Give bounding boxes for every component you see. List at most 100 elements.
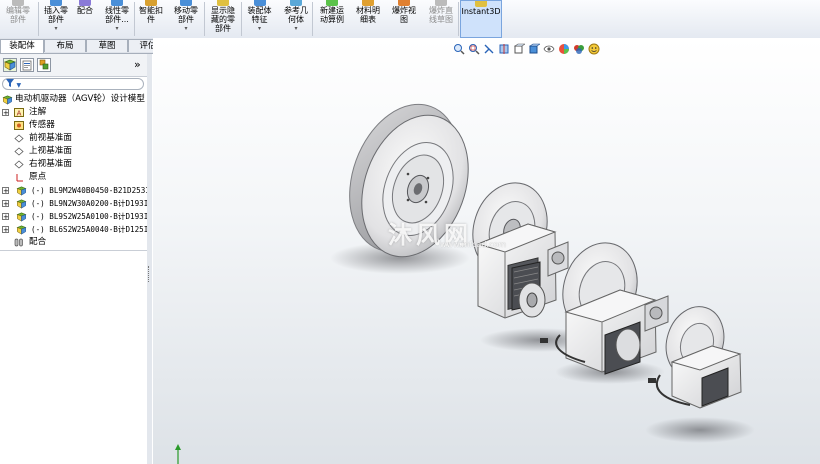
- property-manager-tab-icon[interactable]: [20, 58, 34, 72]
- expand-toggle[interactable]: +: [2, 187, 9, 195]
- ribbon-button-label: 装配体 特征: [247, 6, 272, 24]
- tree-item[interactable]: + A 注解: [0, 106, 147, 119]
- tab-2[interactable]: 草图: [86, 39, 128, 52]
- expand-toggle[interactable]: +: [2, 226, 9, 234]
- ribbon-button-label: 爆炸视 图: [392, 6, 416, 24]
- annotation-icon: A: [14, 108, 24, 118]
- configuration-manager-tab-icon[interactable]: [37, 58, 51, 72]
- coordinate-triad: [175, 444, 181, 464]
- panel-splitter[interactable]: [147, 54, 152, 464]
- expand-toggle[interactable]: +: [2, 200, 9, 208]
- section-view-icon[interactable]: [498, 43, 510, 55]
- tab-0[interactable]: 装配体: [0, 39, 44, 53]
- ribbon-button-7[interactable]: 装配体 特征 ▾: [243, 0, 276, 38]
- filter-dropdown-arrow[interactable]: ▼: [17, 82, 22, 89]
- filter-box[interactable]: ▼: [2, 78, 144, 90]
- tree-item-label: (-) BL6S2W25A0040-B计D125I: [31, 225, 149, 234]
- heads-up-view-toolbar: [453, 41, 600, 57]
- tree-item-label: 传感器: [29, 120, 55, 130]
- edit-appearance-icon[interactable]: [558, 43, 570, 55]
- tree-item[interactable]: 前视基准面: [0, 132, 147, 145]
- ribbon-separator: [458, 2, 459, 36]
- ribbon-button-0[interactable]: 编辑零 部件: [0, 0, 36, 38]
- tree-item[interactable]: + (-) BL9S2W25A0100-B计D193I: [0, 210, 149, 223]
- ribbon-button-1[interactable]: 插入零 部件 ▾: [40, 0, 72, 38]
- subassembly-icon: [16, 199, 27, 209]
- panel-expand-button[interactable]: »: [134, 58, 141, 71]
- ribbon-button-3[interactable]: 线性零 部件... ▾: [100, 0, 134, 38]
- tree-root-label: 电动机驱动器（AGV轮）设计模型: [15, 94, 145, 104]
- tree-item-label: 前视基准面: [29, 133, 72, 143]
- ribbon-dropdown-arrow[interactable]: ▾: [294, 24, 297, 33]
- graphics-area[interactable]: [153, 38, 820, 464]
- tree-item[interactable]: 上视基准面: [0, 145, 147, 158]
- expand-toggle[interactable]: +: [2, 213, 9, 221]
- ribbon-separator: [204, 2, 205, 36]
- display-style-icon[interactable]: [528, 43, 541, 55]
- ribbon-button-12[interactable]: 爆炸直 线草图: [424, 0, 458, 38]
- ribbon-button-9[interactable]: 新建运 动算例: [314, 0, 350, 38]
- plane-icon: [14, 134, 24, 143]
- panel-toolbar: »: [0, 54, 147, 77]
- tree-item[interactable]: + (-) BL9M2W40B0450-B21D253I: [0, 184, 150, 197]
- tree-item[interactable]: 配合: [0, 236, 147, 249]
- mates-icon: [14, 238, 24, 247]
- tree-item-label: (-) BL9N2W30A0200-B计D193I: [31, 199, 149, 208]
- ribbon-dropdown-arrow[interactable]: ▾: [54, 24, 57, 33]
- tree-item-label: (-) BL9S2W25A0100-B计D193I: [31, 212, 149, 221]
- feature-tree-tab-icon[interactable]: [3, 58, 17, 72]
- ribbon-button-label: 线性零 部件...: [105, 6, 129, 24]
- ribbon-button-label: 新建运 动算例: [320, 6, 344, 24]
- ribbon-button-8[interactable]: 参考几 何体 ▾: [280, 0, 312, 38]
- ribbon-button-5[interactable]: 移动零 部件 ▾: [170, 0, 202, 38]
- watermark-url: www.mfcad.com: [440, 240, 507, 249]
- plane-icon: [14, 160, 24, 169]
- tree-item[interactable]: 传感器: [0, 119, 147, 132]
- tree-item[interactable]: 原点: [0, 171, 147, 184]
- filter-icon: [6, 79, 17, 89]
- ribbon-separator: [134, 2, 135, 36]
- ribbon-button-label: 参考几 何体: [284, 6, 308, 24]
- ribbon-separator: [38, 2, 39, 36]
- tree-item[interactable]: 右视基准面: [0, 158, 147, 171]
- expand-toggle[interactable]: +: [2, 109, 9, 117]
- tab-1[interactable]: 布局: [44, 39, 86, 52]
- tree-item-label: 原点: [29, 172, 47, 182]
- ribbon-button-11[interactable]: 爆炸视 图: [388, 0, 420, 38]
- ribbon-button-label: 爆炸直 线草图: [429, 6, 453, 24]
- command-manager-ribbon: 编辑零 部件 插入零 部件 ▾ 配合 线性零 部件... ▾ 智能扣 件移动零 部件 ▾ 显示隐…: [0, 0, 820, 39]
- tree-root-assembly[interactable]: 电动机驱动器（AGV轮）设计模型: [0, 93, 147, 106]
- ribbon-button-13[interactable]: Instant3D: [460, 0, 502, 38]
- tree-item-label: 注解: [29, 107, 47, 117]
- hide-show-items-icon[interactable]: [543, 43, 555, 55]
- apply-scene-icon[interactable]: [573, 43, 585, 55]
- origin-icon: [14, 173, 24, 182]
- zoom-to-fit-icon[interactable]: [453, 43, 465, 55]
- ribbon-button-2[interactable]: 配合: [74, 0, 96, 38]
- view-settings-icon[interactable]: [588, 43, 600, 55]
- tree-item-label: 右视基准面: [29, 159, 72, 169]
- previous-view-icon[interactable]: [483, 43, 495, 55]
- tree-item[interactable]: + (-) BL9N2W30A0200-B计D193I: [0, 197, 149, 210]
- tree-item[interactable]: + (-) BL6S2W25A0040-B计D125I: [0, 223, 149, 236]
- feature-manager-panel: » ▼ 电动机驱动器（AGV轮）设计模型 + A 注解传感器前视基准面上视基准面 右视…: [0, 54, 150, 464]
- ribbon-separator: [312, 2, 313, 36]
- ribbon-dropdown-arrow[interactable]: ▾: [184, 24, 187, 33]
- tree-end-divider: [0, 250, 147, 251]
- assembly-model-render[interactable]: [153, 38, 820, 464]
- ribbon-button-6[interactable]: 显示隐 藏的零 部件: [206, 0, 240, 38]
- splitter-grip[interactable]: [148, 266, 152, 282]
- ribbon-button-4[interactable]: 智能扣 件: [136, 0, 166, 38]
- ribbon-dropdown-arrow[interactable]: ▾: [258, 24, 261, 33]
- sensor-icon: [14, 121, 24, 130]
- ribbon-button-label: 编辑零 部件: [6, 6, 30, 24]
- ribbon-button-label: 插入零 部件: [44, 6, 68, 24]
- subassembly-icon: [16, 186, 27, 196]
- ribbon-separator: [241, 2, 242, 36]
- view-orientation-icon[interactable]: [513, 43, 526, 55]
- subassembly-icon: [16, 225, 27, 235]
- ribbon-dropdown-arrow[interactable]: ▾: [115, 24, 118, 33]
- ribbon-button-label: Instant3D: [461, 7, 501, 16]
- ribbon-button-10[interactable]: 材料明 细表: [352, 0, 384, 38]
- zoom-to-area-icon[interactable]: [468, 43, 480, 55]
